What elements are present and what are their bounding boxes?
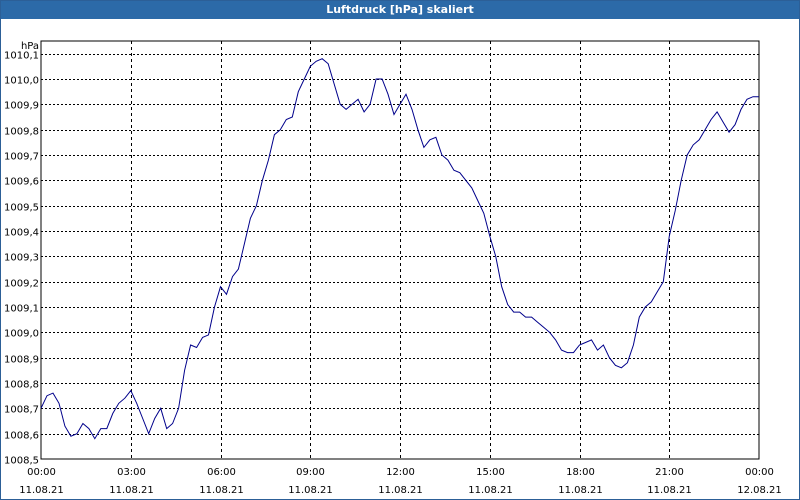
- x-tick-time: 06:00: [207, 467, 236, 478]
- y-axis-label: hPa: [21, 41, 39, 52]
- x-tick-date: 11.08.21: [468, 485, 513, 496]
- x-tick-time: 18:00: [566, 467, 595, 478]
- x-tick-time: 15:00: [476, 467, 505, 478]
- x-tick-time: 12:00: [386, 467, 415, 478]
- x-tick-time: 00:00: [27, 467, 56, 478]
- y-tick-label: 1009,4: [4, 228, 39, 239]
- y-tick-label: 1009,8: [4, 127, 39, 138]
- x-tick-date: 11.08.21: [288, 485, 333, 496]
- x-tick-date: 11.08.21: [558, 485, 603, 496]
- pressure-chart: 1008,5 1008,6 1008,7 1008,8 1008,9 1009,0 1009…: [4, 40, 782, 496]
- y-tick-label: 1008,8: [4, 380, 39, 391]
- y-tick-label: 1009,1: [4, 304, 39, 315]
- x-tick-date: 11.08.21: [378, 485, 423, 496]
- y-tick-label: 1008,7: [4, 405, 39, 416]
- y-tick-label: 1010,0: [4, 76, 39, 87]
- y-tick-label: 1010,1: [4, 51, 39, 62]
- y-tick-label: 1009,7: [4, 152, 39, 163]
- x-tick-date: 11.08.21: [19, 485, 64, 496]
- x-tick-time: 21:00: [655, 467, 684, 478]
- y-tick-label: 1008,6: [4, 431, 39, 442]
- y-tick-label: 1008,9: [4, 355, 39, 366]
- x-tick-time: 00:00: [745, 467, 774, 478]
- y-tick-label: 1009,3: [4, 253, 39, 264]
- x-tick-time: 09:00: [296, 467, 325, 478]
- y-tick-label: 1008,5: [4, 456, 39, 467]
- x-tick-date: 11.08.21: [199, 485, 244, 496]
- x-tick-time: 03:00: [117, 467, 146, 478]
- y-tick-label: 1009,5: [4, 203, 39, 214]
- x-tick-date: 11.08.21: [647, 485, 692, 496]
- y-tick-label: 1009,9: [4, 101, 39, 112]
- y-tick-label: 1009,2: [4, 279, 39, 290]
- y-tick-label: 1009,0: [4, 329, 39, 340]
- y-tick-label: 1009,6: [4, 177, 39, 188]
- x-tick-date: 12.08.21: [737, 485, 782, 496]
- x-tick-date: 11.08.21: [109, 485, 154, 496]
